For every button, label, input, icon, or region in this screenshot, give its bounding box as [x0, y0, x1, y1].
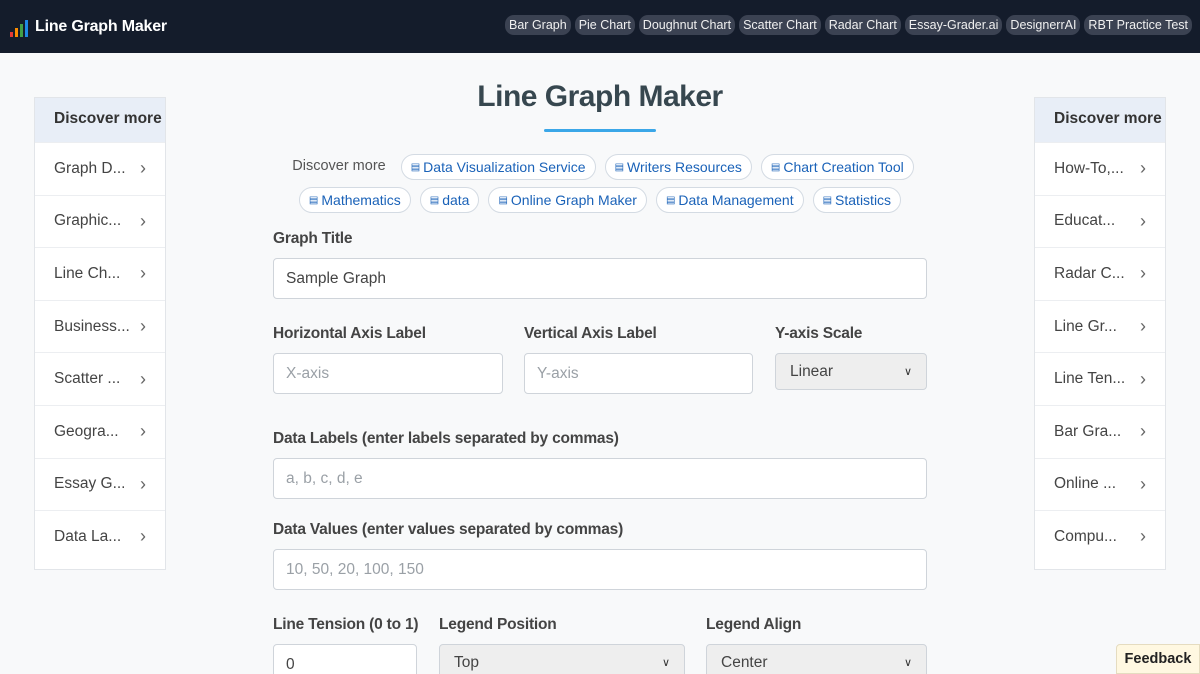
data-values-input[interactable]: 10, 50, 20, 100, 150: [273, 549, 927, 590]
right-panel-item[interactable]: Line Ten... ›: [1035, 352, 1165, 405]
link-box-icon: ▤: [308, 194, 319, 206]
left-panel-item[interactable]: Graphic... ›: [35, 194, 165, 248]
nav-link-designerrai[interactable]: DesignerrAI: [1006, 15, 1081, 35]
graph-title-input[interactable]: Sample Graph: [273, 258, 927, 299]
link-box-icon: ▤: [770, 161, 781, 173]
nav-links: Bar Graph Pie Chart Doughnut Chart Scatt…: [505, 15, 1192, 35]
right-panel-item[interactable]: Online ... ›: [1035, 457, 1165, 511]
chevron-right-icon: ›: [140, 473, 146, 494]
nav-link-bar-graph[interactable]: Bar Graph: [505, 15, 571, 35]
link-box-icon: ▤: [429, 194, 440, 206]
legend-position-label: Legend Position: [439, 616, 557, 633]
right-panel-item[interactable]: Line Gr... ›: [1035, 299, 1165, 353]
nav-link-pie-chart[interactable]: Pie Chart: [574, 15, 635, 35]
chevron-right-icon: ›: [140, 421, 146, 442]
chevron-right-icon: ›: [1140, 421, 1146, 442]
chevron-down-icon: ∨: [903, 657, 912, 669]
chip-writers-resources[interactable]: ▤ Writers Resources: [604, 154, 752, 180]
chip-data-management[interactable]: ▤ Data Management: [655, 187, 804, 213]
brand[interactable]: Line Graph Maker: [10, 17, 167, 37]
legend-align-select[interactable]: Center ∨: [706, 644, 927, 674]
left-discover-panel: Discover more Graph D... › Graphic... › Li…: [34, 97, 166, 570]
right-panel-item[interactable]: Radar C... ›: [1035, 247, 1165, 300]
brand-title: Line Graph Maker: [35, 17, 167, 35]
chevron-right-icon: ›: [1140, 368, 1146, 389]
y-axis-scale-select[interactable]: Linear ∨: [775, 353, 927, 390]
chevron-right-icon: ›: [1140, 316, 1146, 337]
nav-link-essay-grader[interactable]: Essay-Grader.ai: [904, 15, 1003, 35]
top-navbar: Line Graph Maker Bar Graph Pie Chart Dou…: [0, 0, 1200, 53]
chip-statistics[interactable]: ▤ Statistics: [812, 187, 902, 213]
left-panel-item[interactable]: Scatter ... ›: [35, 352, 165, 405]
chevron-right-icon: ›: [140, 158, 146, 179]
data-labels-label: Data Labels (enter labels separated by c…: [273, 430, 619, 447]
link-box-icon: ▤: [665, 194, 676, 206]
link-box-icon: ▤: [410, 161, 421, 173]
horizontal-axis-label: Horizontal Axis Label: [273, 325, 426, 342]
chip-chart-creation-tool[interactable]: ▤ Chart Creation Tool: [760, 154, 914, 180]
right-discover-panel: Discover more How-To,... › Educat... › Rad…: [1034, 97, 1166, 570]
graph-title-label: Graph Title: [273, 230, 353, 247]
chip-mathematics[interactable]: ▤ Mathematics: [298, 187, 411, 213]
left-panel-item[interactable]: Graph D... ›: [35, 142, 165, 195]
chip-data-visualization-service[interactable]: ▤ Data Visualization Service: [400, 154, 596, 180]
chevron-right-icon: ›: [1140, 210, 1146, 231]
right-panel-item[interactable]: Bar Gra... ›: [1035, 404, 1165, 458]
chevron-right-icon: ›: [140, 526, 146, 547]
line-tension-label: Line Tension (0 to 1): [273, 616, 419, 633]
chevron-right-icon: ›: [140, 263, 146, 284]
line-tension-input[interactable]: 0: [273, 644, 417, 674]
vertical-axis-input[interactable]: Y-axis: [524, 353, 753, 394]
chevron-right-icon: ›: [1140, 473, 1146, 494]
chip-online-graph-maker[interactable]: ▤ Online Graph Maker: [488, 187, 647, 213]
discover-chips: Discover more ▤ Data Visualization Servic…: [270, 154, 930, 213]
right-panel-item[interactable]: Educat... ›: [1035, 194, 1165, 248]
chevron-right-icon: ›: [140, 210, 146, 231]
legend-position-select[interactable]: Top ∨: [439, 644, 685, 674]
left-panel-item[interactable]: Data La... ›: [35, 510, 165, 563]
data-labels-input[interactable]: a, b, c, d, e: [273, 458, 927, 499]
horizontal-axis-input[interactable]: X-axis: [273, 353, 503, 394]
nav-link-rbt-practice-test[interactable]: RBT Practice Test: [1084, 15, 1192, 35]
link-box-icon: ▤: [822, 194, 833, 206]
chevron-right-icon: ›: [1140, 263, 1146, 284]
data-values-label: Data Values (enter values separated by c…: [273, 521, 624, 538]
title-underline: [544, 129, 656, 132]
nav-link-doughnut-chart[interactable]: Doughnut Chart: [638, 15, 736, 35]
page-title: Line Graph Maker: [477, 80, 723, 113]
chevron-right-icon: ›: [140, 368, 146, 389]
chip-data[interactable]: ▤ data: [419, 187, 480, 213]
link-box-icon: ▤: [614, 161, 625, 173]
legend-align-label: Legend Align: [706, 616, 802, 633]
discover-label: Discover more: [292, 158, 386, 174]
right-panel-item[interactable]: How-To,... ›: [1035, 142, 1165, 195]
nav-link-radar-chart[interactable]: Radar Chart: [824, 15, 901, 35]
link-box-icon: ▤: [498, 194, 508, 206]
right-panel-item[interactable]: Compu... ›: [1035, 510, 1165, 563]
y-axis-scale-label: Y-axis Scale: [775, 325, 863, 342]
chevron-down-icon: ∨: [903, 366, 912, 378]
left-panel-item[interactable]: Geogra... ›: [35, 404, 165, 458]
left-panel-item[interactable]: Business... ›: [35, 299, 165, 353]
left-panel-item[interactable]: Essay G... ›: [35, 457, 165, 511]
chevron-right-icon: ›: [140, 316, 146, 337]
chevron-down-icon: ∨: [661, 657, 670, 669]
bar-chart-icon: [10, 17, 30, 37]
feedback-button[interactable]: Feedback: [1116, 644, 1200, 674]
vertical-axis-label: Vertical Axis Label: [524, 325, 657, 342]
left-panel-item[interactable]: Line Ch... ›: [35, 247, 165, 300]
chevron-right-icon: ›: [1140, 158, 1146, 179]
nav-link-scatter-chart[interactable]: Scatter Chart: [739, 15, 821, 35]
chevron-right-icon: ›: [1140, 526, 1146, 547]
